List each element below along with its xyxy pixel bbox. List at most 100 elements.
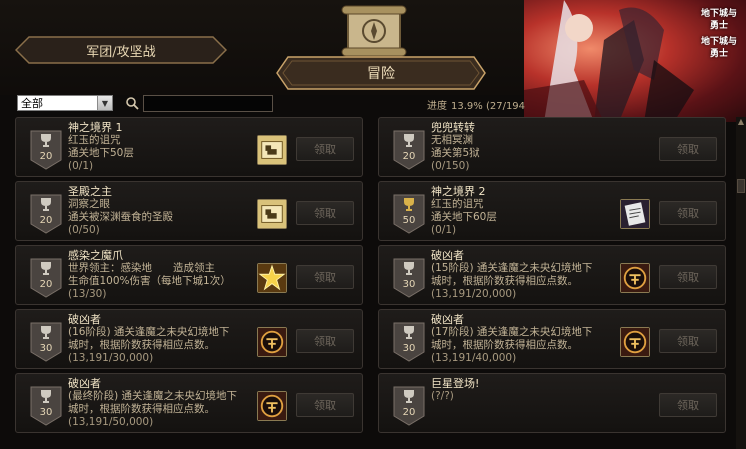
achievement-text: 神之境界 2 红玉的诅咒 通关地下60层 (0/1)	[431, 185, 621, 237]
trophy-icon	[41, 326, 51, 339]
achievement-points: 30	[39, 407, 53, 418]
trophy-badge: 20	[393, 386, 425, 426]
achievement-card: 30 破凶者 (15阶段) 通关逢魔之未央幻境地下 城时，根据阶数获得相应点数。 (13…	[378, 245, 726, 305]
achievement-title: 兜兜转转	[431, 121, 475, 134]
achievement-title: 破凶者	[431, 313, 464, 326]
achievement-desc-line1: 洞察之眼	[68, 198, 110, 210]
achievement-card: 20 感染之魔爪 世界领主：感染地 造成领主 生命值100%伤害（每地下城1次） (13…	[15, 245, 363, 305]
achievement-card: 50 神之境界 2 红玉的诅咒 通关地下60层 (0/1) 领取	[378, 181, 726, 241]
map-scroll-icon[interactable]	[257, 199, 287, 229]
chevron-down-icon[interactable]: ▼	[97, 96, 112, 110]
trophy-icon	[41, 198, 51, 211]
trophy-badge: 30	[30, 322, 62, 362]
category-filter-select[interactable]: 全部 ▼	[17, 95, 113, 111]
achievement-count: (0/1)	[431, 224, 457, 236]
scroll-up-icon[interactable]: ▲	[736, 117, 746, 127]
promo-logo-line2: 勇士	[709, 21, 728, 31]
achievement-count: (0/150)	[431, 160, 470, 172]
contract-icon[interactable]	[620, 199, 650, 229]
tab-legion-raid-label: 军团/攻坚战	[86, 44, 156, 60]
promo-logo-line3: 地下城与	[700, 37, 737, 47]
trophy-icon	[41, 390, 51, 403]
claim-button[interactable]: 领取	[296, 329, 354, 353]
achievement-desc-line1: 红玉的诅咒	[431, 198, 484, 210]
achievement-desc-line2: 通关地下50层	[68, 147, 134, 159]
rune-emblem-icon[interactable]	[620, 263, 650, 293]
trophy-badge: 50	[393, 194, 425, 234]
trophy-badge: 20	[30, 194, 62, 234]
achievement-title: 圣殿之主	[68, 185, 112, 198]
achievement-points: 30	[402, 279, 416, 290]
achievement-desc-line1: (16阶段) 通关逢魔之未央幻境地下	[68, 326, 230, 338]
achievement-desc-line1: (17阶段) 通关逢魔之未央幻境地下	[431, 326, 593, 338]
achievement-text: 破凶者 (15阶段) 通关逢魔之未央幻境地下 城时，根据阶数获得相应点数。 (13,1…	[431, 249, 621, 301]
rune-emblem-icon[interactable]	[620, 327, 650, 357]
achievement-card: 30 破凶者 (17阶段) 通关逢魔之未央幻境地下 城时，根据阶数获得相应点数。 (13…	[378, 309, 726, 369]
claim-button[interactable]: 领取	[296, 265, 354, 289]
trophy-icon	[404, 134, 414, 147]
trophy-icon	[404, 262, 414, 275]
achievement-card: 30 破凶者 (16阶段) 通关逢魔之未央幻境地下 城时，根据阶数获得相应点数。 (13…	[15, 309, 363, 369]
achievement-count: (13,191/40,000)	[431, 352, 517, 364]
achievement-title: 破凶者	[68, 313, 101, 326]
tab-adventure[interactable]: 冒险	[276, 56, 486, 90]
gold-burst-icon[interactable]	[257, 263, 287, 293]
claim-button[interactable]: 领取	[296, 393, 354, 417]
achievement-points: 30	[39, 343, 53, 354]
trophy-icon	[404, 390, 414, 403]
trophy-badge: 20	[30, 258, 62, 298]
achievement-count: (?/?)	[431, 390, 454, 402]
progress-indicator: 进度 13.9% (27/194	[427, 97, 525, 112]
trophy-badge: 20	[393, 130, 425, 170]
map-scroll-icon[interactable]	[257, 135, 287, 165]
scrollbar[interactable]: ▲	[736, 117, 746, 449]
trophy-icon	[404, 198, 414, 211]
claim-button[interactable]: 领取	[659, 137, 717, 161]
achievement-points: 20	[39, 215, 53, 226]
achievement-card: 20 圣殿之主 洞察之眼 通关被深渊蚕食的圣殿 (0/50) 领取	[15, 181, 363, 241]
achievement-points: 20	[39, 151, 53, 162]
achievement-count: (13,191/20,000)	[431, 288, 517, 300]
achievement-desc-line1: 世界领主：感染地 造成领主	[68, 262, 215, 274]
achievement-text: 圣殿之主 洞察之眼 通关被深渊蚕食的圣殿 (0/50)	[68, 185, 258, 237]
achievement-card: 30 破凶者 (最终阶段) 通关逢魔之未央幻境地下 城时，根据阶数获得相应点数。 (13…	[15, 373, 363, 433]
scroll-compass-emblem-icon	[341, 5, 407, 57]
search-input[interactable]	[143, 95, 273, 112]
achievement-card: 20 巨星登场! (?/?) 领取	[378, 373, 726, 433]
achievement-desc-line2: 通关第5狱	[431, 147, 480, 159]
trophy-badge: 30	[30, 386, 62, 426]
claim-button[interactable]: 领取	[659, 265, 717, 289]
promo-logo-line4: 勇士	[709, 49, 728, 59]
achievement-desc-line2: 城时，根据阶数获得相应点数。	[68, 403, 215, 415]
achievement-desc-line1: (最终阶段) 通关逢魔之未央幻境地下	[68, 390, 238, 402]
achievement-title: 感染之魔爪	[68, 249, 123, 262]
claim-button[interactable]: 领取	[659, 329, 717, 353]
achievement-title: 破凶者	[431, 249, 464, 262]
claim-button[interactable]: 领取	[296, 201, 354, 225]
tab-legion-raid[interactable]: 军团/攻坚战	[15, 36, 227, 64]
claim-button[interactable]: 领取	[659, 393, 717, 417]
achievement-count: (13,191/30,000)	[68, 352, 154, 364]
search-icon[interactable]	[125, 96, 139, 110]
achievement-desc-line2: 通关地下60层	[431, 211, 497, 223]
promo-banner[interactable]: 地下城与 勇士 地下城与 勇士	[524, 0, 746, 122]
claim-button[interactable]: 领取	[659, 201, 717, 225]
achievement-text: 破凶者 (17阶段) 通关逢魔之未央幻境地下 城时，根据阶数获得相应点数。 (13,1…	[431, 313, 621, 365]
achievement-desc-line1: 无相冥渊	[431, 134, 473, 146]
trophy-icon	[404, 326, 414, 339]
claim-button[interactable]: 领取	[296, 137, 354, 161]
rune-emblem-icon[interactable]	[257, 327, 287, 357]
trophy-badge: 30	[393, 258, 425, 298]
trophy-badge: 30	[393, 322, 425, 362]
achievement-text: 感染之魔爪 世界领主：感染地 造成领主 生命值100%伤害（每地下城1次） (13/3…	[68, 249, 258, 301]
achievement-points: 50	[402, 215, 416, 226]
achievement-title: 破凶者	[68, 377, 101, 390]
achievement-points: 20	[39, 279, 53, 290]
achievement-points: 20	[402, 407, 416, 418]
scroll-thumb[interactable]	[737, 179, 745, 193]
achievement-count: (13,191/50,000)	[68, 416, 154, 428]
rune-emblem-icon[interactable]	[257, 391, 287, 421]
achievement-card: 20 神之境界 1 红玉的诅咒 通关地下50层 (0/1) 领取	[15, 117, 363, 177]
achievement-text: 破凶者 (16阶段) 通关逢魔之未央幻境地下 城时，根据阶数获得相应点数。 (13,1…	[68, 313, 258, 365]
achievement-text: 神之境界 1 红玉的诅咒 通关地下50层 (0/1)	[68, 121, 258, 173]
